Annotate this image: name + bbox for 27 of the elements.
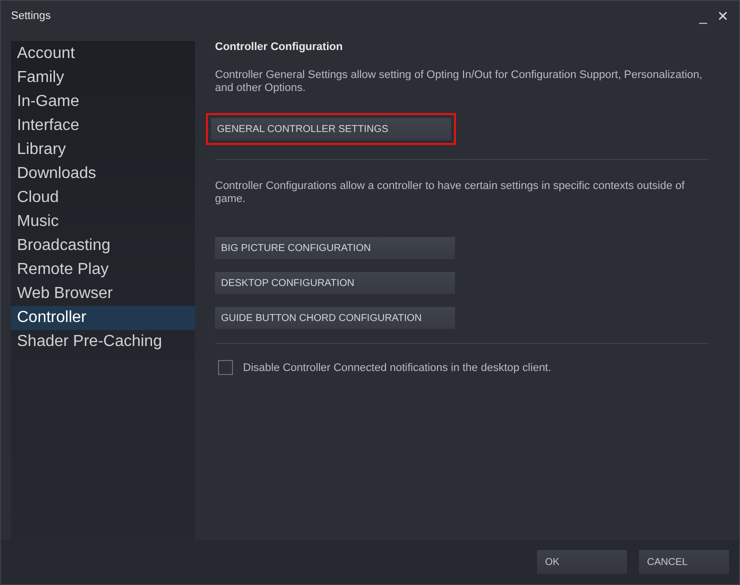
configuration-button[interactable]: DESKTOP CONFIGURATION: [215, 272, 455, 294]
description-text: Controller General Settings allow setting of Opting In/Out for Configuration Support, Personalization, and other Options.: [215, 69, 704, 95]
sidebar-item[interactable]: Remote Play: [11, 258, 195, 282]
checkbox-label: Disable Controller Connected notifications in the desktop client.: [243, 362, 552, 374]
minimize-button[interactable]: _: [697, 8, 709, 24]
sidebar-item[interactable]: In-Game: [11, 90, 195, 114]
sidebar-item[interactable]: Broadcasting: [11, 234, 195, 258]
sidebar-item[interactable]: Controller: [11, 306, 195, 330]
close-button[interactable]: ✕: [715, 8, 731, 24]
sidebar-item[interactable]: Library: [11, 138, 195, 162]
dialog-button[interactable]: OK: [537, 550, 627, 574]
configuration-button[interactable]: GUIDE BUTTON CHORD CONFIGURATION: [215, 307, 455, 329]
window-title: Settings: [11, 10, 52, 22]
sidebar-item[interactable]: Web Browser: [11, 282, 195, 306]
sidebar-item[interactable]: Shader Pre-Caching: [11, 330, 195, 354]
dialog-button[interactable]: CANCEL: [639, 550, 729, 574]
description-text: Controller Configurations allow a controller to have certain settings in specific contexts outside of game.: [215, 180, 686, 206]
sidebar-item[interactable]: Interface: [11, 114, 195, 138]
sidebar-item[interactable]: Cloud: [11, 186, 195, 210]
configuration-button[interactable]: BIG PICTURE CONFIGURATION: [215, 237, 455, 259]
sidebar-item[interactable]: Music: [11, 210, 195, 234]
sidebar-item[interactable]: Downloads: [11, 162, 195, 186]
checkbox[interactable]: [218, 360, 233, 375]
general-settings-button[interactable]: GENERAL CONTROLLER SETTINGS: [211, 118, 451, 140]
sidebar-item[interactable]: Account: [11, 42, 195, 66]
sidebar-item[interactable]: Family: [11, 66, 195, 90]
section-heading: Controller Configuration: [215, 41, 344, 53]
